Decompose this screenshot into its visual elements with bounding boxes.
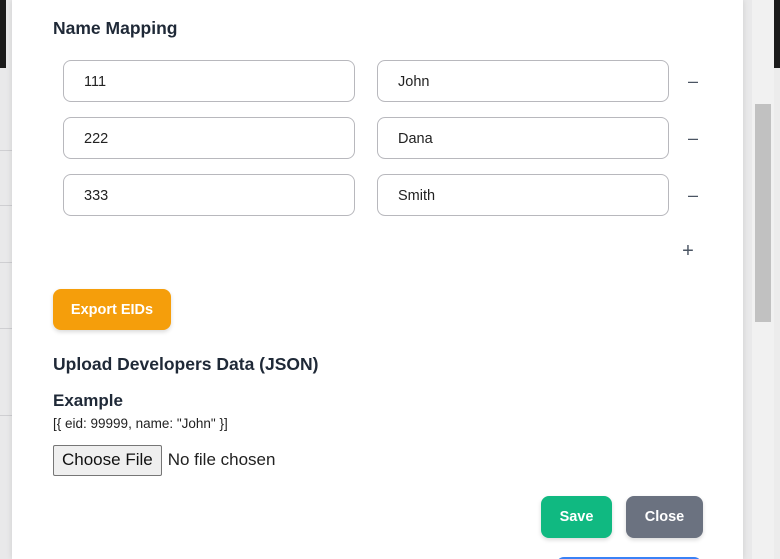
mapping-row: 222 Dana – [63,117,703,161]
background-dark-bar-right [774,0,780,68]
background-divider [0,205,12,206]
remove-row-button[interactable]: – [687,70,699,92]
background-divider [0,150,12,151]
eid-input[interactable]: 222 [63,117,355,159]
page-scrollbar-thumb[interactable] [755,104,771,322]
mapping-row: 111 John – [63,60,703,104]
remove-row-button[interactable]: – [687,127,699,149]
background-divider [0,262,12,263]
eid-input[interactable]: 333 [63,174,355,216]
eid-input[interactable]: 111 [63,60,355,102]
example-title: Example [53,391,123,410]
name-input[interactable]: John [377,60,669,102]
remove-row-button[interactable]: – [687,184,699,206]
close-button[interactable]: Close [626,496,703,538]
background-right-strip [774,0,780,559]
choose-file-button[interactable]: Choose File [53,444,162,476]
name-input[interactable]: Dana [377,117,669,159]
file-upload-control: Choose File No file chosen [53,444,275,476]
name-mapping-title: Name Mapping [53,18,178,38]
name-mapping-modal: Name Mapping 111 John – 222 Dana – 333 S… [12,0,743,559]
background-dark-bar [0,0,6,68]
export-eids-button[interactable]: Export EIDs [53,289,171,330]
upload-section-title: Upload Developers Data (JSON) [53,354,319,374]
background-divider [0,415,12,416]
save-button[interactable]: Save [541,496,612,538]
example-json-text: [{ eid: 99999, name: "John" }] [53,416,228,431]
background-divider [0,328,12,329]
mapping-row: 333 Smith – [63,174,703,218]
add-row-button[interactable]: + [680,240,696,262]
file-status-text: No file chosen [167,450,276,469]
name-input[interactable]: Smith [377,174,669,216]
